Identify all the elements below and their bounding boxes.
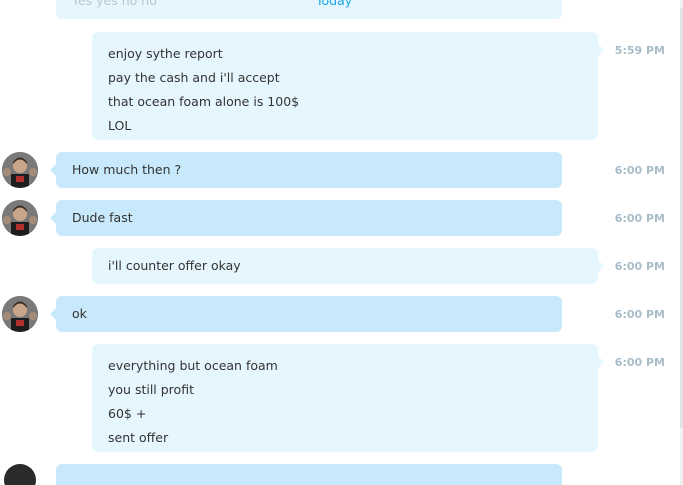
message-bubble-incoming[interactable]: ok <box>50 296 562 332</box>
message-line: enjoy sythe report <box>108 46 223 61</box>
message-line: sent offer <box>108 430 169 445</box>
chat-window: Yes yes no no Today enjoy sythe report p… <box>0 0 683 485</box>
contact-avatar[interactable] <box>4 464 36 485</box>
message-bubble-outgoing[interactable]: everything but ocean foam you still prof… <box>92 344 604 452</box>
partial-next-message[interactable] <box>56 464 562 485</box>
message-line: everything but ocean foam <box>108 358 278 373</box>
message-bubble-incoming[interactable]: How much then ? <box>50 152 562 188</box>
contact-avatar[interactable] <box>2 296 38 332</box>
message-line: 60$ + <box>108 406 147 421</box>
message-line: How much then ? <box>72 162 182 177</box>
contact-avatar[interactable] <box>2 152 38 188</box>
message-line: i'll counter offer okay <box>108 258 241 273</box>
message-line: you still profit <box>108 382 194 397</box>
date-separator: Today <box>316 0 353 8</box>
message-line: pay the cash and i'll accept <box>108 70 280 85</box>
message-timestamp: 6:00 PM <box>614 212 665 225</box>
message-bubble-outgoing[interactable]: i'll counter offer okay <box>92 248 604 284</box>
message-line: LOL <box>108 118 132 133</box>
message-line: Dude fast <box>72 210 133 225</box>
message-timestamp: 6:00 PM <box>614 308 665 321</box>
contact-avatar[interactable] <box>2 200 38 236</box>
message-timestamp: 6:00 PM <box>614 164 665 177</box>
message-timestamp: 6:00 PM <box>614 260 665 273</box>
message-line: that ocean foam alone is 100$ <box>108 94 300 109</box>
message-bubble-outgoing[interactable]: enjoy sythe report pay the cash and i'll… <box>92 32 604 140</box>
message-timestamp: 6:00 PM <box>614 356 665 369</box>
message-bubble-incoming[interactable]: Dude fast <box>50 200 562 236</box>
message-timestamp: 5:59 PM <box>614 44 665 57</box>
message-line: ok <box>72 306 87 321</box>
partial-previous-message-text: Yes yes no no <box>72 0 157 8</box>
